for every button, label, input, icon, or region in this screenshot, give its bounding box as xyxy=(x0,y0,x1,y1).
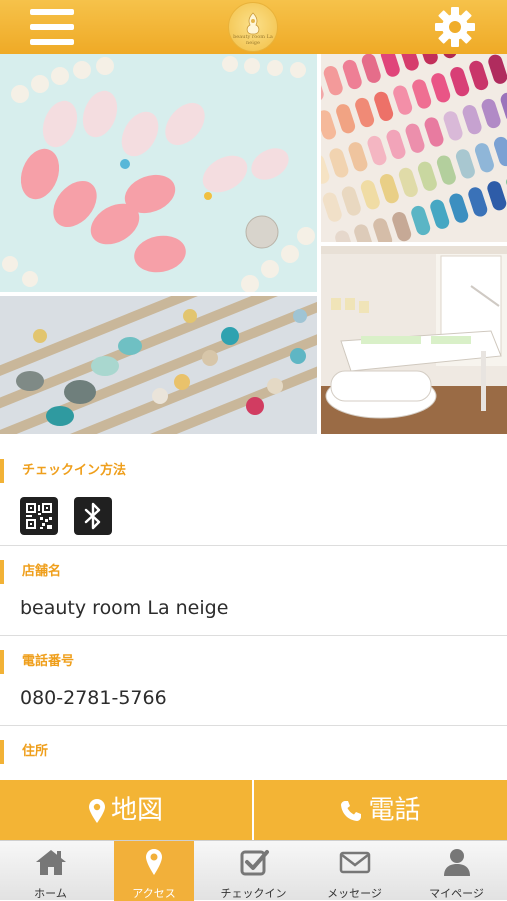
divider xyxy=(0,725,507,726)
tab-access-label: アクセス xyxy=(132,887,176,900)
logo-text: beauty room La neige xyxy=(233,34,273,46)
tab-mypage-label: マイページ xyxy=(429,887,484,900)
menu-button[interactable] xyxy=(30,9,74,45)
qr-code-button[interactable] xyxy=(20,497,58,535)
tab-home-label: ホーム xyxy=(34,887,67,900)
map-button[interactable]: 地図 xyxy=(0,780,252,840)
menu-bar xyxy=(30,24,74,30)
tab-checkin[interactable]: チェックイン xyxy=(203,841,304,901)
tab-access[interactable]: アクセス xyxy=(114,841,194,901)
tab-message[interactable]: メッセージ xyxy=(304,841,405,901)
salon-interior-image xyxy=(321,246,507,434)
checkin-method-label: チェックイン方法 xyxy=(0,459,126,483)
store-name-value: beauty room La neige xyxy=(20,597,229,619)
store-name-label: 店舗名 xyxy=(0,560,61,584)
color-samples-image xyxy=(321,54,507,242)
gear-icon xyxy=(435,7,475,47)
divider xyxy=(0,635,507,636)
phone-value[interactable]: 080-2781-5766 xyxy=(20,687,167,709)
call-button[interactable]: 電話 xyxy=(254,780,507,840)
bluetooth-button[interactable] xyxy=(74,497,112,535)
user-icon xyxy=(443,849,470,876)
tab-checkin-label: チェックイン xyxy=(220,887,287,900)
salon-interior-photo xyxy=(321,246,507,434)
checkin-icon xyxy=(240,850,269,876)
envelope-icon xyxy=(339,851,370,874)
app-header: beauty room La neige xyxy=(0,0,507,54)
qr-code-icon xyxy=(26,503,52,529)
tab-bar: ホーム アクセス チェックイン メッセージ マイページ xyxy=(0,840,507,901)
action-bar: 地図 電話 xyxy=(0,780,507,840)
menu-bar xyxy=(30,9,74,15)
menu-bar xyxy=(30,39,74,45)
map-button-label: 地図 xyxy=(110,795,163,826)
call-button-label: 電話 xyxy=(368,795,421,826)
phone-label: 電話番号 xyxy=(0,650,74,674)
logo: beauty room La neige xyxy=(228,2,278,52)
nail-tips-photo xyxy=(0,54,317,292)
photo-collage xyxy=(0,54,507,434)
color-samples-photo xyxy=(321,54,507,242)
map-pin-icon xyxy=(88,798,105,823)
decoration-parts-image xyxy=(0,296,317,434)
home-icon xyxy=(35,850,66,875)
tab-message-label: メッセージ xyxy=(327,887,382,900)
tab-home[interactable]: ホーム xyxy=(0,841,101,901)
phone-icon xyxy=(341,800,362,821)
divider xyxy=(0,545,507,546)
bluetooth-icon xyxy=(84,502,101,530)
tab-mypage[interactable]: マイページ xyxy=(406,841,507,901)
address-label: 住所 xyxy=(0,740,48,764)
decoration-parts-photo xyxy=(0,296,317,434)
nail-tips-image xyxy=(0,54,317,292)
settings-button[interactable] xyxy=(434,6,476,48)
map-pin-icon xyxy=(146,849,162,875)
